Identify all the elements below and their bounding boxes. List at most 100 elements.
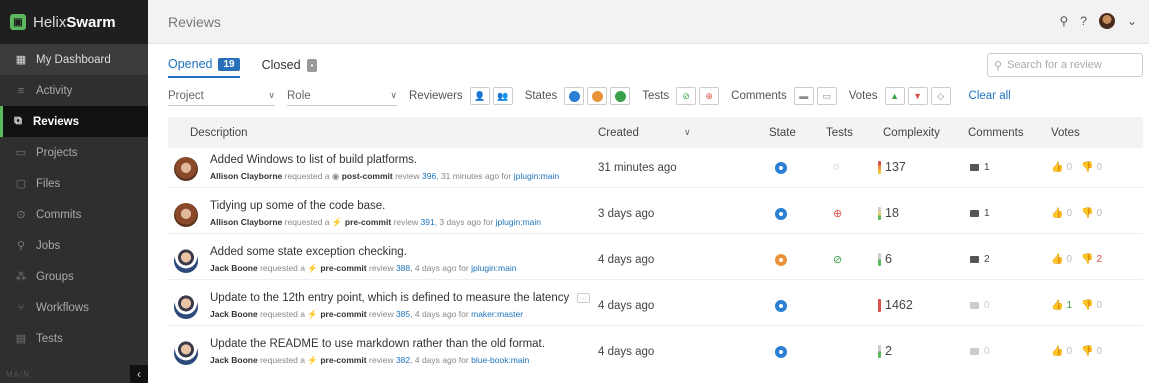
- tests-pass-icon[interactable]: ⊘: [676, 87, 697, 105]
- review-description[interactable]: Tidying up some of the code base.: [210, 200, 385, 212]
- thumbs-down-icon[interactable]: ▼: [907, 87, 928, 105]
- review-description[interactable]: Update to the 12th entry point, which is…: [210, 292, 569, 304]
- sidebar-item-groups[interactable]: ⁂ Groups: [0, 261, 148, 292]
- project-select[interactable]: Project ∨: [168, 86, 275, 106]
- sidebar-item-activity[interactable]: ≡ Activity: [0, 75, 148, 106]
- meta-text: review: [369, 263, 394, 273]
- more-options-icon[interactable]: ···: [577, 293, 590, 303]
- state-needs-review-icon[interactable]: [564, 87, 585, 105]
- branch-link[interactable]: jplugin:main: [496, 217, 541, 227]
- votes-down-value: 2: [1096, 254, 1103, 265]
- thumbs-up-icon[interactable]: 👍: [1051, 346, 1063, 357]
- branch-link[interactable]: jplugin:main: [514, 171, 559, 181]
- activity-icon: ≡: [17, 84, 25, 97]
- sidebar-item-jobs[interactable]: ⚲ Jobs: [0, 230, 148, 261]
- review-link[interactable]: 388: [396, 263, 410, 273]
- user-avatar[interactable]: [1098, 13, 1115, 29]
- review-link[interactable]: 391: [421, 217, 435, 227]
- sidebar-item-my-dashboard[interactable]: ▦ My Dashboard: [0, 44, 148, 75]
- has-comments-icon[interactable]: ▬: [793, 87, 814, 105]
- author-name[interactable]: Jack Boone: [210, 263, 258, 273]
- tab-label: Opened: [168, 57, 213, 71]
- sidebar-item-projects[interactable]: ▭ Projects: [0, 137, 148, 168]
- tab-closed[interactable]: Closed ▪: [262, 58, 318, 77]
- branch-link[interactable]: blue-book:main: [471, 355, 529, 365]
- review-tabs: Opened 19 Closed ▪: [168, 57, 318, 78]
- sidebar-item-reviews[interactable]: ⧉ Reviews: [0, 106, 148, 137]
- tab-label: Closed: [261, 58, 301, 72]
- comments-value: 1: [984, 208, 990, 219]
- state-approved-icon[interactable]: [610, 87, 631, 105]
- sidebar-item-label: Activity: [36, 84, 73, 97]
- review-link[interactable]: 385: [396, 309, 410, 319]
- clear-all-link[interactable]: Clear all: [969, 90, 1011, 102]
- search-input[interactable]: [1007, 59, 1133, 71]
- role-select[interactable]: Role ∨: [287, 86, 397, 106]
- table-row[interactable]: Added some state exception checking. Jac…: [168, 241, 1143, 280]
- thumbs-down-icon[interactable]: 👎: [1081, 346, 1093, 357]
- comments-count[interactable]: 2: [970, 254, 990, 265]
- sidebar-item-label: Commits: [36, 208, 82, 221]
- comments-count[interactable]: 1: [970, 162, 990, 173]
- thumbs-up-icon[interactable]: 👍: [1051, 254, 1063, 265]
- no-comments-icon[interactable]: ▭: [816, 87, 837, 105]
- review-description[interactable]: Update the README to use markdown rather…: [210, 338, 545, 350]
- branch-link[interactable]: maker:master: [471, 309, 523, 319]
- pre-commit-icon: ⚡: [307, 355, 318, 365]
- thumbs-down-icon[interactable]: 👎: [1081, 162, 1093, 173]
- table-row[interactable]: Update to the 12th entry point, which is…: [168, 287, 1143, 326]
- help-icon[interactable]: ?: [1080, 14, 1087, 28]
- brand-logo[interactable]: ▣ Helix Swarm: [0, 0, 148, 44]
- review-description[interactable]: Added Windows to list of build platforms…: [210, 154, 417, 166]
- author-name[interactable]: Allison Clayborne: [210, 217, 282, 227]
- thumbs-down-icon[interactable]: 👎: [1081, 254, 1093, 265]
- sidebar-item-tests[interactable]: ▤ Tests: [0, 323, 148, 354]
- review-link[interactable]: 396: [422, 171, 436, 181]
- dashboard-icon: ▦: [15, 54, 27, 66]
- thumbs-up-icon[interactable]: 👍: [1051, 300, 1063, 311]
- author-name[interactable]: Jack Boone: [210, 355, 258, 365]
- column-header-description: Description: [190, 126, 248, 139]
- state-needs-revision-icon[interactable]: [587, 87, 608, 105]
- reviewer-user-icon[interactable]: 👤: [469, 87, 490, 105]
- meta-text: , 4 days ago for: [410, 355, 469, 365]
- review-description[interactable]: Added some state exception checking.: [210, 246, 407, 258]
- sort-chevron-icon[interactable]: ∨: [684, 127, 691, 138]
- tab-opened[interactable]: Opened 19: [168, 57, 240, 78]
- sidebar-item-workflows[interactable]: ⑂ Workflows: [0, 292, 148, 323]
- review-type: pre-commit: [320, 263, 367, 273]
- thumbs-up-icon[interactable]: ▲: [884, 87, 905, 105]
- votes-up-value: 0: [1066, 208, 1073, 219]
- top-bar-actions: ⚲ ? ⌄: [1059, 13, 1137, 29]
- table-row[interactable]: Tidying up some of the code base. Alliso…: [168, 195, 1143, 234]
- thumbs-down-icon[interactable]: 👎: [1081, 208, 1093, 219]
- brand-name-light: Helix: [33, 13, 67, 31]
- meta-text: requested a: [260, 263, 305, 273]
- table-row[interactable]: Added Windows to list of build platforms…: [168, 149, 1143, 188]
- review-link[interactable]: 382: [396, 355, 410, 365]
- comments-count[interactable]: 1: [970, 208, 990, 219]
- no-votes-icon[interactable]: ◇: [930, 87, 951, 105]
- review-type: pre-commit: [320, 355, 367, 365]
- collapse-sidebar-button[interactable]: ‹: [130, 365, 148, 383]
- tests-fail-icon[interactable]: ⊕: [699, 87, 720, 105]
- thumbs-up-icon[interactable]: 👍: [1051, 208, 1063, 219]
- review-type: post-commit: [341, 171, 393, 181]
- comment-icon: [970, 302, 979, 309]
- comments-count[interactable]: 0: [970, 346, 990, 357]
- column-header-created[interactable]: Created: [598, 127, 639, 139]
- sidebar-item-files[interactable]: ▢ Files: [0, 168, 148, 199]
- author-name[interactable]: Allison Clayborne: [210, 171, 282, 181]
- branch-link[interactable]: jplugin:main: [471, 263, 516, 273]
- tests-pass-icon: ⊘: [833, 254, 843, 266]
- thumbs-down-icon[interactable]: 👎: [1081, 300, 1093, 311]
- search-icon[interactable]: ⚲: [1059, 14, 1068, 28]
- thumbs-up-icon[interactable]: 👍: [1051, 162, 1063, 173]
- author-name[interactable]: Jack Boone: [210, 309, 258, 319]
- comments-count[interactable]: 0: [970, 300, 990, 311]
- reviewer-group-icon[interactable]: 👥: [492, 87, 513, 105]
- review-search[interactable]: ⚲: [987, 53, 1143, 77]
- sidebar-item-commits[interactable]: ⊙ Commits: [0, 199, 148, 230]
- table-row[interactable]: Update the README to use markdown rather…: [168, 333, 1143, 372]
- chevron-down-icon[interactable]: ⌄: [1127, 14, 1137, 28]
